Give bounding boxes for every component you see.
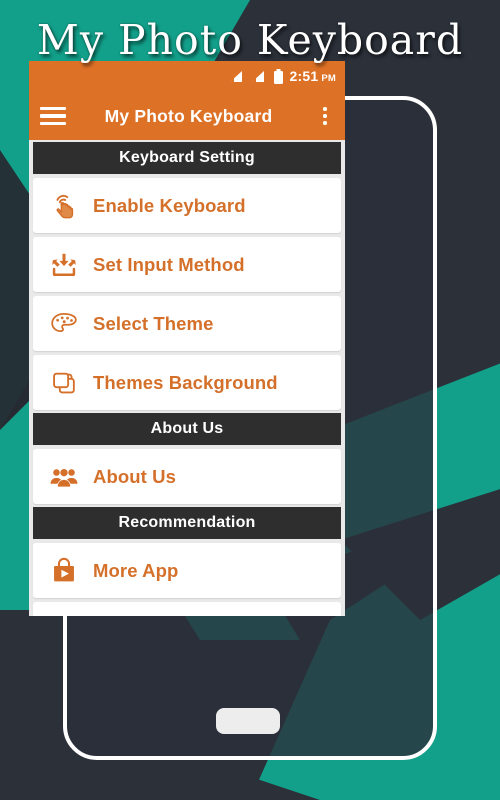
phone-screen: 2:51 PM My Photo Keyboard Keyboard Setti…: [29, 61, 345, 616]
section-header-keyboard-setting: Keyboard Setting: [33, 142, 341, 174]
list-item-label: Set Input Method: [93, 253, 245, 275]
signal-bars-icon-2: [251, 70, 264, 82]
section-header-about-us: About Us: [33, 413, 341, 445]
clock-time: 2:51: [289, 68, 319, 85]
app-bar-title: My Photo Keyboard: [104, 105, 273, 126]
list-item-about-us[interactable]: About Us: [33, 449, 341, 504]
list-item-label: Enable Keyboard: [93, 194, 246, 216]
list-item-label: About Us: [93, 465, 177, 487]
list-item-enable-keyboard[interactable]: Enable Keyboard: [33, 178, 341, 233]
battery-icon: [273, 68, 283, 84]
kebab-menu-icon[interactable]: [315, 107, 335, 125]
signal-bars-icon: [229, 70, 242, 82]
paint-palette-icon: [43, 306, 85, 342]
list-item-label: Select Theme: [93, 312, 214, 334]
home-button[interactable]: [216, 708, 280, 734]
clock-ampm: PM: [321, 73, 336, 85]
touch-tap-hand-icon: [43, 188, 85, 224]
store-bag-play-icon: [43, 553, 85, 589]
people-group-icon: [43, 459, 85, 495]
list-item-set-input-method[interactable]: Set Input Method: [33, 237, 341, 292]
status-bar: 2:51 PM: [29, 61, 345, 92]
section-header-recommendation: Recommendation: [33, 507, 341, 539]
list-item-themes-background[interactable]: Themes Background: [33, 355, 341, 410]
app-bar: My Photo Keyboard: [29, 92, 345, 140]
list-item-partial-cutoff[interactable]: [33, 602, 341, 616]
list-item-select-theme[interactable]: Select Theme: [33, 296, 341, 351]
arrows-into-tray-icon: [43, 247, 85, 283]
list-item-label: Themes Background: [93, 371, 278, 393]
overlapping-squares-icon: [43, 365, 85, 401]
status-clock: 2:51 PM: [290, 69, 336, 84]
page-title: My Photo Keyboard: [36, 16, 464, 64]
list-item-label: More App: [93, 559, 179, 581]
list-item-more-app[interactable]: More App: [33, 543, 341, 598]
settings-list: Keyboard Setting Enable Keyboard Set Inp…: [29, 142, 345, 616]
